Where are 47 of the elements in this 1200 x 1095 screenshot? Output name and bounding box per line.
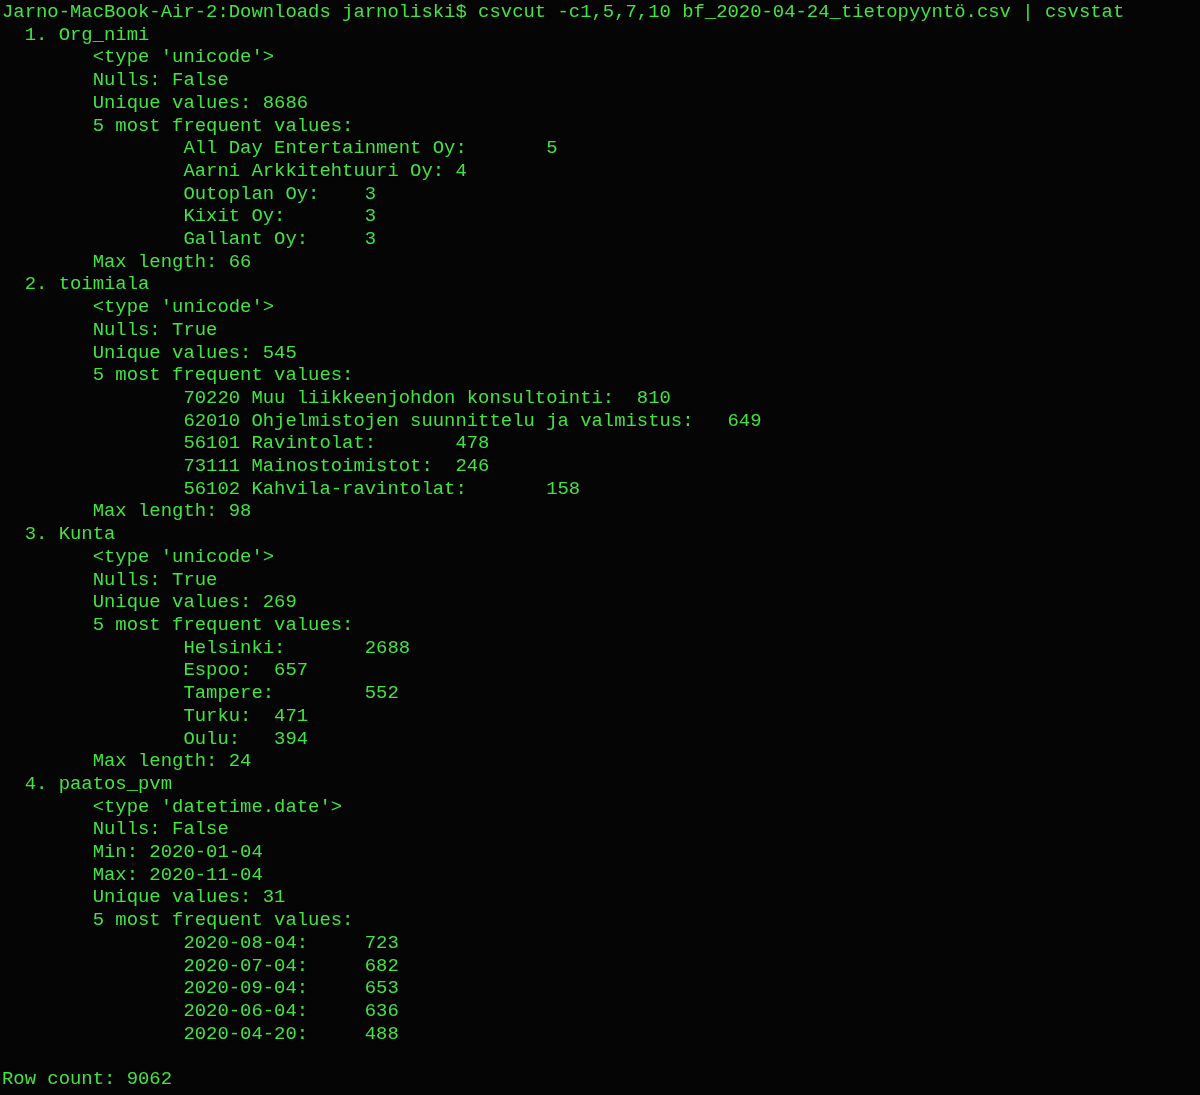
frequent-value-line: All Day Entertainment Oy: 5 (183, 137, 558, 160)
frequent-value-line: Kixit Oy: 3 (183, 205, 377, 229)
stat-line: 5 most frequent values: (92, 364, 354, 387)
frequent-value-line: 70220 Muu liikkeenjohdon konsultointi: 810 (183, 386, 671, 410)
frequent-value-line: 2020-08-04: 723 (183, 931, 399, 955)
stat-line: <type 'unicode'> (92, 46, 275, 70)
frequent-value-line: Turku: 471 (183, 704, 309, 728)
stat-line: Unique values: 545 (92, 341, 297, 365)
stat-line: 5 most frequent values: (92, 614, 354, 637)
frequent-value-line: Outoplan Oy: 3 (183, 182, 377, 206)
frequent-value-line: Gallant Oy: 3 (183, 228, 377, 251)
frequent-value-line: 2020-04-20: 488 (183, 1022, 399, 1046)
frequent-value-line: 73111 Mainostoimistot: 246 (183, 455, 490, 478)
frequent-value-line: Tampere: 552 (183, 682, 399, 705)
frequent-value-line: 62010 Ohjelmistojen suunnittelu ja valmistus: 649 (183, 409, 762, 433)
stat-line: <type 'datetime.date'> (92, 795, 343, 819)
stat-line: Max: 2020-11-04 (92, 863, 263, 887)
stat-line: Unique values: 8686 (92, 91, 309, 115)
row-count: Row count: 9062 (2, 1068, 173, 1091)
frequent-value-line: 2020-09-04: 653 (183, 977, 399, 1000)
stat-line: Nulls: False (92, 69, 229, 92)
stat-line: Nulls: False (92, 818, 229, 841)
frequent-value-line: Helsinki: 2688 (183, 636, 411, 660)
stat-line: <type 'unicode'> (92, 296, 275, 319)
frequent-value-line: 56101 Ravintolat: 478 (183, 432, 490, 456)
frequent-value-line: Espoo: 657 (183, 659, 309, 683)
stat-line: Max length: 66 (92, 250, 252, 274)
frequent-value-line: 56102 Kahvila-ravintolat: 158 (183, 477, 581, 501)
stat-line: Unique values: 269 (92, 591, 297, 614)
stat-line: Max length: 24 (92, 750, 252, 773)
stat-line: Unique values: 31 (92, 886, 286, 910)
stat-line: <type 'unicode'> (92, 545, 275, 569)
column-heading: 2. toimiala (24, 273, 150, 297)
column-heading: 4. paatos_pvm (24, 772, 173, 796)
stat-line: Nulls: True (92, 318, 218, 342)
command-line: Jarno-MacBook-Air-2:Downloads jarnoliski$ csvcut -c1,5,7,10 bf_2020-04-24_tietopyyntö.csv | csvstat (2, 1, 1125, 24)
frequent-value-line: Oulu: 394 (183, 727, 309, 751)
stat-line: 5 most frequent values: (92, 909, 354, 932)
stat-line: Min: 2020-01-04 (92, 841, 263, 864)
column-heading: 1. Org_nimi (24, 23, 150, 47)
stat-line: 5 most frequent values: (92, 114, 354, 138)
frequent-value-line: 2020-06-04: 636 (183, 999, 399, 1023)
frequent-value-line: Aarni Arkkitehtuuri Oy: 4 (183, 159, 467, 183)
frequent-value-line: 2020-07-04: 682 (183, 954, 399, 978)
column-heading: 3. Kunta (24, 523, 116, 546)
stat-line: Nulls: True (92, 568, 218, 592)
stat-line: Max length: 98 (92, 500, 252, 524)
